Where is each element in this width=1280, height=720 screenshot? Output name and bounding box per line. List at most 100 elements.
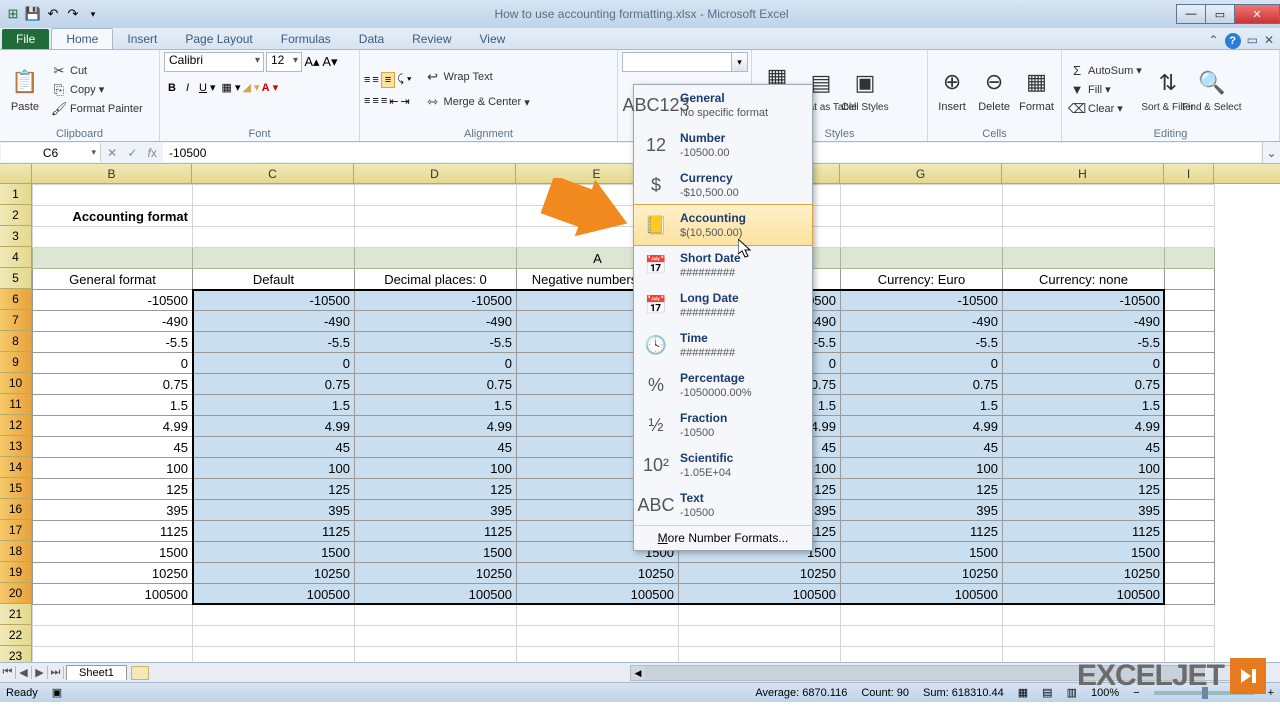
- cell[interactable]: [1165, 227, 1215, 248]
- font-size-select[interactable]: 12: [266, 52, 302, 72]
- cell[interactable]: -5.5: [193, 332, 355, 353]
- row-header[interactable]: 23: [0, 646, 32, 662]
- cell[interactable]: 125: [193, 479, 355, 500]
- minimize-ribbon-icon[interactable]: ⌃: [1209, 33, 1219, 49]
- cell[interactable]: 10250: [193, 563, 355, 584]
- cell[interactable]: [355, 605, 517, 626]
- cell[interactable]: [1165, 437, 1215, 458]
- row-header[interactable]: 17: [0, 520, 32, 541]
- row-header[interactable]: 19: [0, 562, 32, 583]
- cell[interactable]: -490: [193, 311, 355, 332]
- cell[interactable]: Currency: none: [1003, 269, 1165, 290]
- select-all-corner[interactable]: [0, 164, 32, 183]
- format-option-accounting[interactable]: 📒Accounting$(10,500.00): [633, 204, 813, 246]
- row-header[interactable]: 9: [0, 352, 32, 373]
- cell[interactable]: [1165, 206, 1215, 227]
- row-header[interactable]: 5: [0, 268, 32, 289]
- row-header[interactable]: 10: [0, 373, 32, 394]
- cell[interactable]: [1165, 542, 1215, 563]
- zoom-in-icon[interactable]: +: [1268, 687, 1274, 699]
- cell[interactable]: 10250: [1003, 563, 1165, 584]
- cell[interactable]: [1165, 374, 1215, 395]
- save-icon[interactable]: 💾: [24, 5, 42, 23]
- cell[interactable]: 0: [33, 353, 193, 374]
- bold-button[interactable]: B: [164, 80, 180, 96]
- tab-file[interactable]: File: [2, 29, 49, 49]
- cell[interactable]: [33, 227, 193, 248]
- cell[interactable]: [841, 605, 1003, 626]
- cell[interactable]: [355, 626, 517, 647]
- cell[interactable]: 0.75: [1003, 374, 1165, 395]
- cell[interactable]: [841, 206, 1003, 227]
- column-header[interactable]: I: [1164, 164, 1214, 183]
- format-option-currency[interactable]: $Currency-$10,500.00: [634, 165, 812, 205]
- cell[interactable]: [1165, 416, 1215, 437]
- cell[interactable]: -5.5: [355, 332, 517, 353]
- help-icon[interactable]: ?: [1225, 33, 1241, 49]
- cell[interactable]: 395: [193, 500, 355, 521]
- cell[interactable]: 0: [193, 353, 355, 374]
- cell[interactable]: [1165, 563, 1215, 584]
- column-header[interactable]: H: [1002, 164, 1164, 183]
- cell[interactable]: [1165, 521, 1215, 542]
- row-header[interactable]: 16: [0, 499, 32, 520]
- cell[interactable]: 100500: [841, 584, 1003, 605]
- copy-button[interactable]: ⎘Copy ▾: [48, 81, 146, 99]
- row-header[interactable]: 22: [0, 625, 32, 646]
- column-header[interactable]: C: [192, 164, 354, 183]
- cell[interactable]: -490: [841, 311, 1003, 332]
- cell[interactable]: 1500: [841, 542, 1003, 563]
- undo-icon[interactable]: ↶: [44, 5, 62, 23]
- cell[interactable]: Accounting format: [33, 206, 193, 227]
- cell[interactable]: 125: [841, 479, 1003, 500]
- cell[interactable]: [1003, 626, 1165, 647]
- fill-color-button[interactable]: ◢ ▾: [243, 81, 260, 94]
- cell[interactable]: [33, 647, 193, 663]
- row-header[interactable]: 20: [0, 583, 32, 604]
- sheet-tab[interactable]: Sheet1: [66, 665, 127, 680]
- row-header[interactable]: 21: [0, 604, 32, 625]
- row-header[interactable]: 14: [0, 457, 32, 478]
- clear-button[interactable]: ⌫Clear ▾: [1066, 100, 1145, 118]
- expand-formula-icon[interactable]: ⌄: [1262, 142, 1280, 163]
- shrink-font-icon[interactable]: A▾: [322, 54, 338, 70]
- cell[interactable]: [193, 248, 355, 269]
- cell[interactable]: 395: [355, 500, 517, 521]
- align-top-icon[interactable]: ≡: [364, 74, 370, 86]
- prev-sheet-icon[interactable]: ◀: [16, 666, 32, 679]
- format-option-percentage[interactable]: %Percentage-1050000.00%: [634, 365, 812, 405]
- close-button[interactable]: ✕: [1234, 4, 1280, 24]
- paste-button[interactable]: 📋 Paste: [4, 65, 46, 114]
- number-format-dropdown[interactable]: ▾: [622, 52, 748, 72]
- cell[interactable]: -10500: [355, 290, 517, 311]
- cell[interactable]: -10500: [841, 290, 1003, 311]
- row-header[interactable]: 11: [0, 394, 32, 415]
- cell[interactable]: [355, 206, 517, 227]
- cell[interactable]: [841, 647, 1003, 663]
- align-right-icon[interactable]: ≡: [381, 95, 387, 107]
- cell[interactable]: 395: [1003, 500, 1165, 521]
- more-number-formats[interactable]: More Number Formats...: [634, 525, 812, 550]
- cell[interactable]: 100: [33, 458, 193, 479]
- cell[interactable]: 0.75: [193, 374, 355, 395]
- cell[interactable]: 10250: [355, 563, 517, 584]
- cell[interactable]: 1.5: [33, 395, 193, 416]
- view-pagebreak-icon[interactable]: ▥: [1067, 686, 1077, 699]
- row-header[interactable]: 12: [0, 415, 32, 436]
- cell[interactable]: -490: [33, 311, 193, 332]
- cell[interactable]: -490: [355, 311, 517, 332]
- cell[interactable]: -10500: [33, 290, 193, 311]
- cell[interactable]: 100500: [33, 584, 193, 605]
- cell[interactable]: 4.99: [841, 416, 1003, 437]
- row-header[interactable]: 2: [0, 205, 32, 226]
- cell[interactable]: 0.75: [841, 374, 1003, 395]
- name-box[interactable]: C6: [1, 143, 101, 162]
- wrap-text-button[interactable]: ↩Wrap Text: [422, 68, 533, 86]
- cell[interactable]: [355, 227, 517, 248]
- cell[interactable]: Currency: Euro: [841, 269, 1003, 290]
- cell[interactable]: [517, 626, 679, 647]
- format-option-time[interactable]: 🕓Time#########: [634, 325, 812, 365]
- cell[interactable]: 1500: [33, 542, 193, 563]
- cell[interactable]: [679, 605, 841, 626]
- font-name-select[interactable]: Calibri: [164, 52, 264, 72]
